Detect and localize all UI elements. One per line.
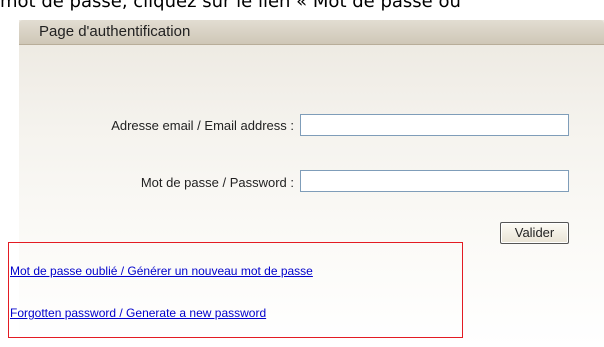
panel-title: Page d'authentification <box>39 23 191 40</box>
submit-button[interactable]: Valider <box>500 222 569 244</box>
panel-header: Page d'authentification <box>19 20 604 45</box>
highlight-box <box>8 242 463 338</box>
email-field[interactable] <box>300 114 569 136</box>
document-caption-text: mot de passe, cliquez sur le lien « Mot … <box>0 0 461 12</box>
password-label: Mot de passe / Password : <box>140 175 294 190</box>
password-field[interactable] <box>300 170 569 192</box>
forgot-password-link-en[interactable]: Forgotten password / Generate a new pass… <box>10 306 266 320</box>
forgot-password-link-fr[interactable]: Mot de passe oublié / Générer un nouveau… <box>10 264 313 278</box>
email-label: Adresse email / Email address : <box>111 118 294 133</box>
